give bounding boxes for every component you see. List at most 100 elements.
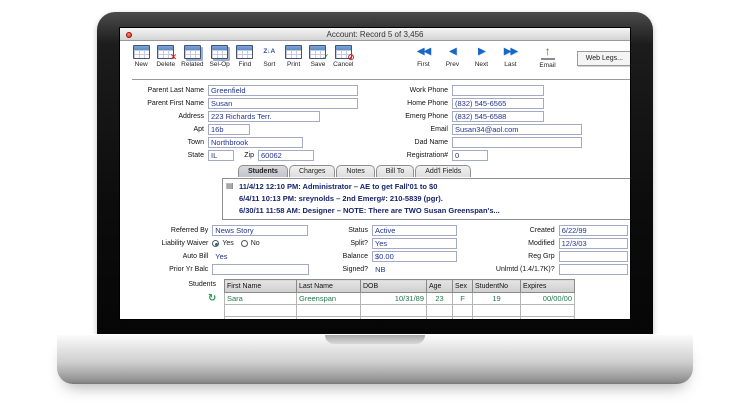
new-button[interactable]: New [132, 45, 150, 68]
print-icon [285, 45, 303, 59]
column-header-first-name[interactable]: First Name [224, 279, 297, 293]
form-row: Town Northbrook [120, 136, 370, 149]
laptop-mockup: Account: Record 5 of 3,456 Account: 15 N… [0, 0, 750, 413]
save-button[interactable]: ✓ Save [309, 45, 329, 68]
referred-by-field[interactable]: News Story [212, 225, 309, 236]
laptop-lid-notch [325, 335, 425, 344]
column-header-expires[interactable]: Expires [520, 279, 575, 293]
zip-field[interactable]: 60062 [258, 150, 314, 161]
last-record-button[interactable]: ▶▶ Last [498, 45, 522, 68]
balance-field[interactable]: $0.00 [371, 251, 457, 262]
auto-bill-value[interactable]: Yes [212, 252, 308, 261]
save-button-label: Save [310, 61, 326, 68]
registration-field[interactable]: 0 [452, 150, 488, 161]
split-field[interactable]: Yes [371, 238, 457, 249]
work-phone-field[interactable] [452, 85, 544, 96]
last-record-icon: ▶▶ [503, 46, 518, 57]
web-legs-button[interactable]: Web Legs... [576, 51, 630, 66]
student-row[interactable]: Sara Greenspan 10/31/89 23 F 19 00/00/00 [224, 292, 575, 305]
address-label: Address [178, 113, 204, 120]
tab-students[interactable]: Students [238, 165, 288, 177]
tab-addl-fields[interactable]: Add'l Fields [415, 165, 472, 177]
liability-yes-radio[interactable] [212, 240, 220, 247]
students-header-row: First Name Last Name DOB Age Sex Student… [224, 279, 575, 293]
print-button-label: Print [286, 61, 301, 68]
sel-op-button-label: Sel-Op [209, 61, 230, 68]
print-button[interactable]: Print [284, 45, 303, 68]
empty-cell [426, 316, 453, 319]
empty-cell [520, 304, 575, 317]
student-dob-cell[interactable]: 10/31/89 [360, 292, 427, 305]
prior-yr-balc-field[interactable] [212, 264, 309, 275]
related-records-icon [183, 45, 201, 59]
note-line: 11/4/12 12:10 PM: Administrator – AE to … [239, 182, 438, 191]
first-record-button[interactable]: ◀◀ First [411, 45, 435, 68]
column-header-sex[interactable]: Sex [452, 279, 473, 293]
created-field[interactable]: 6/22/99 [558, 225, 629, 236]
tab-notes[interactable]: Notes [336, 165, 375, 177]
balance-label: Balance [342, 253, 368, 260]
cancel-icon: ⊘ [334, 45, 355, 62]
email-button-label: Email [539, 62, 556, 69]
signed-label: Signed? [342, 266, 369, 273]
home-phone-field[interactable]: (832) 545-6565 [452, 98, 544, 109]
next-record-icon: ▶ [478, 46, 486, 57]
sort-icon: Z↓A [263, 48, 276, 55]
liability-no-radio[interactable] [240, 240, 248, 247]
apt-field[interactable]: 16b [208, 124, 250, 135]
signed-value[interactable]: NB [372, 265, 457, 274]
email-label: Email [430, 126, 448, 133]
student-sex-cell[interactable]: F [452, 292, 473, 305]
modified-field[interactable]: 12/3/03 [558, 238, 628, 249]
reg-grp-field[interactable] [558, 251, 628, 262]
liability-no-label: No [250, 240, 260, 247]
form-row: Work Phone [370, 84, 630, 97]
parent-last-name-field[interactable]: Greenfield [208, 85, 358, 96]
delete-button-label: Delete [156, 61, 176, 68]
emerg-phone-field[interactable]: (832) 545-6588 [452, 111, 544, 122]
cancel-button[interactable]: ⊘ Cancel [333, 45, 355, 68]
status-label: Status [348, 227, 369, 234]
student-expires-cell[interactable]: 00/00/00 [520, 292, 575, 305]
tab-bill-to[interactable]: Bill To [375, 165, 415, 177]
dad-name-field[interactable] [452, 137, 582, 148]
related-button[interactable]: Related [181, 45, 204, 68]
find-icon [236, 45, 254, 59]
home-phone-label: Home Phone [407, 100, 448, 107]
tab-charges[interactable]: Charges [288, 165, 336, 177]
column-header-age[interactable]: Age [426, 279, 453, 293]
cancel-slash-glyph: ⊘ [347, 52, 355, 62]
find-button[interactable]: Find [236, 45, 254, 68]
empty-cell [520, 316, 575, 319]
student-first-name-cell[interactable]: Sara [224, 292, 297, 305]
status-field[interactable]: Active [372, 225, 457, 236]
parent-first-name-field[interactable]: Susan [208, 98, 358, 109]
laptop-lid: Account: Record 5 of 3,456 Account: 15 N… [97, 12, 653, 335]
column-header-dob[interactable]: DOB [360, 279, 427, 293]
column-header-last-name[interactable]: Last Name [296, 279, 361, 293]
next-record-button[interactable]: ▶ Next [469, 45, 493, 68]
state-field[interactable]: IL [208, 150, 234, 161]
town-field[interactable]: Northbrook [208, 137, 303, 148]
close-button[interactable] [126, 32, 132, 38]
email-field[interactable]: Susan34@aol.com [452, 124, 582, 135]
unlmtd-field[interactable] [558, 264, 628, 275]
column-header-studentno[interactable]: StudentNo [472, 279, 521, 293]
empty-cell [224, 316, 297, 319]
form-row: Email Susan34@aol.com [370, 123, 630, 136]
window-titlebar: Account: Record 5 of 3,456 [120, 28, 630, 41]
sort-button[interactable]: Z↓A Sort [260, 45, 278, 68]
delete-button[interactable]: ✕ Delete [156, 45, 177, 68]
student-studentno-cell[interactable]: 19 [472, 292, 521, 305]
sel-op-button[interactable]: Sel-Op [210, 45, 230, 68]
prev-record-button[interactable]: ◀ Prev [440, 45, 464, 68]
student-age-cell[interactable]: 23 [426, 292, 453, 305]
address-field[interactable]: 223 Richards Terr. [208, 111, 320, 122]
form-row: Registration# 0 [370, 149, 630, 162]
email-button[interactable]: ↑ Email [538, 45, 556, 70]
student-last-name-cell[interactable]: Greenspan [296, 292, 361, 305]
notes-field[interactable]: ▤ 11/4/12 12:10 PM: Administrator – AE t… [222, 178, 630, 220]
laptop-base [57, 334, 693, 384]
delete-record-icon: ✕ [157, 45, 177, 62]
parent-first-name-label: Parent First Name [147, 100, 204, 107]
